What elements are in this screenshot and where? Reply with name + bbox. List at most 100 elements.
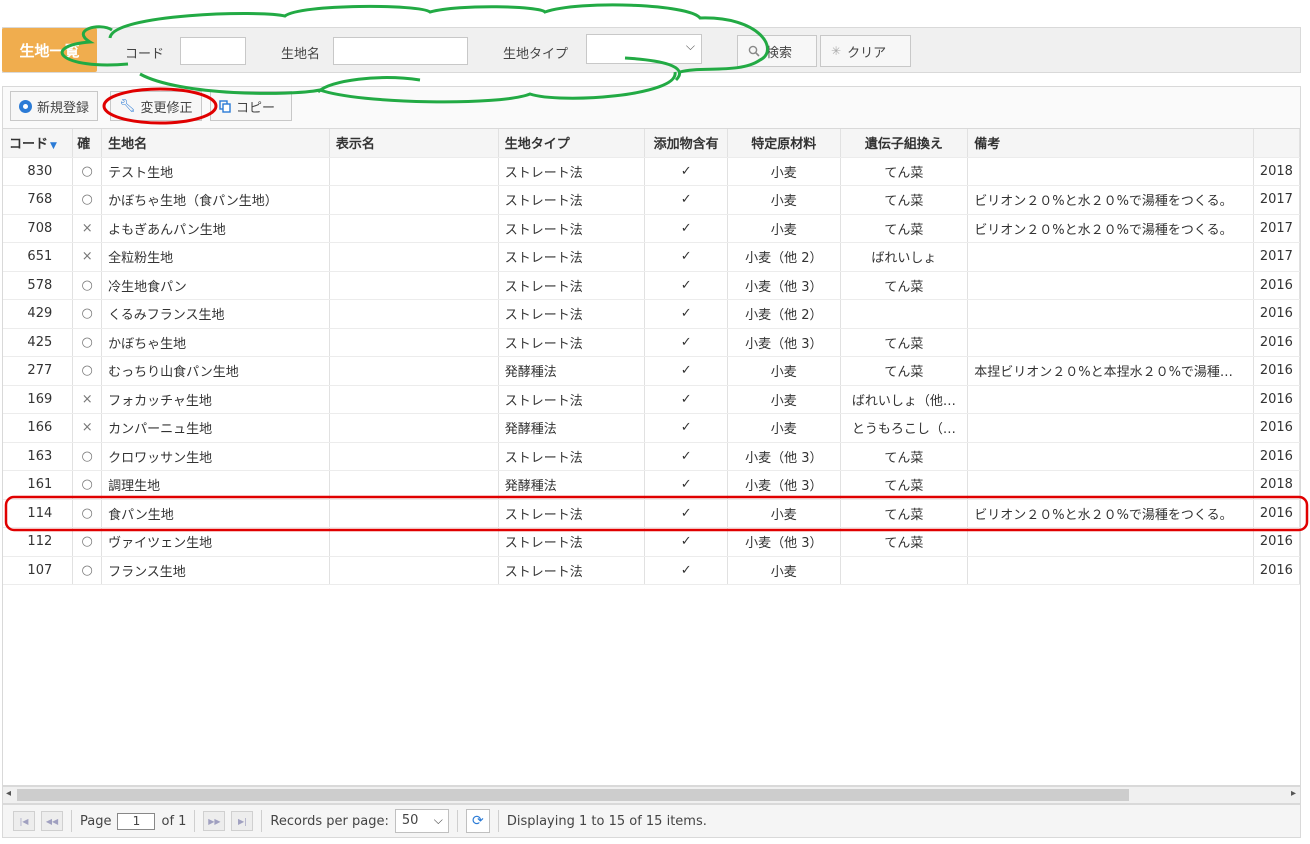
cell-note: ビリオン２０%と水２０%で湯種をつくる。	[967, 499, 1254, 528]
cell-name: よもぎあんパン生地	[101, 214, 330, 243]
cell-allergen: 小麦（他 3）	[727, 470, 841, 500]
cell-date: 2016	[1253, 328, 1300, 357]
search-button[interactable]: 検索	[737, 35, 817, 67]
cell-note	[967, 328, 1254, 357]
last-page-icon[interactable]: ▶|	[231, 811, 254, 831]
cell-type: ストレート法	[498, 328, 646, 357]
col-type[interactable]: 生地タイプ	[498, 129, 646, 158]
table-row[interactable]: 163 ○ クロワッサン生地 ストレート法 ✓ 小麦（他 3） てん菜 2016	[3, 442, 1300, 471]
type-select[interactable]: ⌵	[586, 34, 702, 64]
cell-display-name	[329, 556, 499, 585]
cell-gmo	[840, 299, 969, 329]
first-page-icon[interactable]: |◀	[13, 811, 35, 831]
cell-confirmed: ×	[72, 413, 103, 443]
cell-allergen: 小麦（他 3）	[727, 328, 841, 357]
table-row[interactable]: 161 ○ 調理生地 発酵種法 ✓ 小麦（他 3） てん菜 2018	[3, 470, 1300, 500]
horizontal-scrollbar[interactable]: ◂ ▸	[2, 786, 1301, 804]
cell-allergen: 小麦	[727, 413, 841, 443]
edit-button-label: 変更修正	[140, 100, 193, 116]
cell-code: 169	[3, 385, 74, 414]
cell-code: 161	[3, 470, 74, 500]
cell-confirmed: ○	[72, 442, 103, 471]
table-row[interactable]: 768 ○ かぼちゃ生地（食パン生地） ストレート法 ✓ 小麦 てん菜 ビリオン２０%と水２０…	[3, 185, 1300, 215]
cell-additive: ✓	[644, 157, 729, 186]
clear-button[interactable]: ✳ クリア	[820, 35, 911, 67]
cell-gmo: てん菜	[840, 328, 969, 357]
next-page-icon[interactable]: ▶▶	[203, 811, 226, 831]
page-input[interactable]: 1	[117, 812, 156, 830]
col-additive[interactable]: 添加物含有	[644, 129, 729, 158]
cell-code: 651	[3, 242, 74, 272]
col-gmo[interactable]: 遺伝子組換え	[840, 129, 969, 158]
scroll-left-icon[interactable]: ◂	[6, 788, 11, 799]
col-display-name[interactable]: 表示名	[329, 129, 499, 158]
cell-name: 冷生地食パン	[101, 271, 330, 300]
cell-gmo: てん菜	[840, 157, 969, 186]
cell-type: ストレート法	[498, 385, 646, 414]
cell-display-name	[329, 214, 499, 243]
add-icon	[19, 99, 32, 113]
cell-date: 2016	[1253, 271, 1300, 300]
cell-date: 2018	[1253, 470, 1300, 500]
cell-name: かぼちゃ生地（食パン生地）	[101, 185, 330, 215]
code-input[interactable]	[180, 37, 246, 65]
table-row[interactable]: 107 ○ フランス生地 ストレート法 ✓ 小麦 2016	[3, 556, 1300, 585]
table-row[interactable]: 708 × よもぎあんパン生地 ストレート法 ✓ 小麦 てん菜 ビリオン２０%と水２０%で湯種…	[3, 214, 1300, 243]
cell-note: ビリオン２０%と水２０%で湯種をつくる。	[967, 185, 1254, 215]
cell-type: ストレート法	[498, 214, 646, 243]
new-button[interactable]: 新規登録	[10, 91, 98, 121]
cell-code: 107	[3, 556, 74, 585]
col-note[interactable]: 備考	[967, 129, 1254, 158]
col-name[interactable]: 生地名	[101, 129, 330, 158]
table-row[interactable]: 114 ○ 食パン生地 ストレート法 ✓ 小麦 てん菜 ビリオン２０%と水２０%で湯種をつくる…	[3, 499, 1300, 528]
cell-note	[967, 385, 1254, 414]
table-row[interactable]: 277 ○ むっちり山食パン生地 発酵種法 ✓ 小麦 てん菜 本捏ビリオン２０%と本捏水２０%…	[3, 356, 1300, 386]
cell-name: ヴァイツェン生地	[101, 527, 330, 557]
page-label: Page	[80, 813, 112, 829]
table-row[interactable]: 425 ○ かぼちゃ生地 ストレート法 ✓ 小麦（他 3） てん菜 2016	[3, 328, 1300, 357]
scroll-right-icon[interactable]: ▸	[1291, 788, 1296, 799]
divider	[261, 810, 263, 832]
cell-date: 2018	[1253, 157, 1300, 186]
cell-additive: ✓	[644, 556, 729, 585]
cell-display-name	[329, 242, 499, 272]
cell-allergen: 小麦（他 2）	[727, 299, 841, 329]
table-row[interactable]: 112 ○ ヴァイツェン生地 ストレート法 ✓ 小麦（他 3） てん菜 2016	[3, 527, 1300, 557]
refresh-button[interactable]: ⟳	[465, 809, 490, 833]
cell-confirmed: ○	[72, 299, 103, 329]
cell-type: 発酵種法	[498, 356, 646, 386]
edit-button[interactable]: 🔧︎ 変更修正	[110, 91, 202, 121]
col-date[interactable]	[1253, 129, 1300, 158]
rpp-select[interactable]: 50 ⌵	[394, 809, 449, 833]
cell-note	[967, 442, 1254, 471]
table-row[interactable]: 166 × カンパーニュ生地 発酵種法 ✓ 小麦 とうもろこし（… 2016	[3, 413, 1300, 443]
col-allergen[interactable]: 特定原材料	[727, 129, 841, 158]
table-row[interactable]: 578 ○ 冷生地食パン ストレート法 ✓ 小麦（他 3） てん菜 2016	[3, 271, 1300, 300]
cell-type: 発酵種法	[498, 470, 646, 500]
table-row[interactable]: 830 ○ テスト生地 ストレート法 ✓ 小麦 てん菜 2018	[3, 157, 1300, 186]
col-confirmed[interactable]: 確	[72, 129, 103, 158]
table-row[interactable]: 169 × フォカッチャ生地 ストレート法 ✓ 小麦 ばれいしょ（他… 2016	[3, 385, 1300, 414]
cell-additive: ✓	[644, 271, 729, 300]
prev-page-icon[interactable]: ◀◀	[41, 811, 63, 831]
cell-gmo: てん菜	[840, 271, 969, 300]
scrollbar-thumb[interactable]	[17, 789, 1129, 801]
type-label: 生地タイプ	[503, 47, 569, 62]
table-row[interactable]: 651 × 全粒粉生地 ストレート法 ✓ 小麦（他 2） ばれいしょ 2017	[3, 242, 1300, 272]
copy-button[interactable]: コピー	[210, 91, 292, 121]
cell-type: ストレート法	[498, 242, 646, 272]
cell-display-name	[329, 413, 499, 443]
cell-date: 2016	[1253, 356, 1300, 386]
cell-additive: ✓	[644, 299, 729, 329]
cell-confirmed: ○	[72, 157, 103, 186]
col-code[interactable]: コード ▼	[3, 129, 74, 158]
cell-code: 114	[3, 499, 74, 528]
cell-date: 2016	[1253, 499, 1300, 528]
cell-name: 全粒粉生地	[101, 242, 330, 272]
cell-additive: ✓	[644, 356, 729, 386]
cell-date: 2016	[1253, 299, 1300, 329]
sort-desc-icon: ▼	[50, 141, 57, 152]
table-row[interactable]: 429 ○ くるみフランス生地 ストレート法 ✓ 小麦（他 2） 2016	[3, 299, 1300, 329]
name-input[interactable]	[333, 37, 468, 65]
cell-additive: ✓	[644, 442, 729, 471]
